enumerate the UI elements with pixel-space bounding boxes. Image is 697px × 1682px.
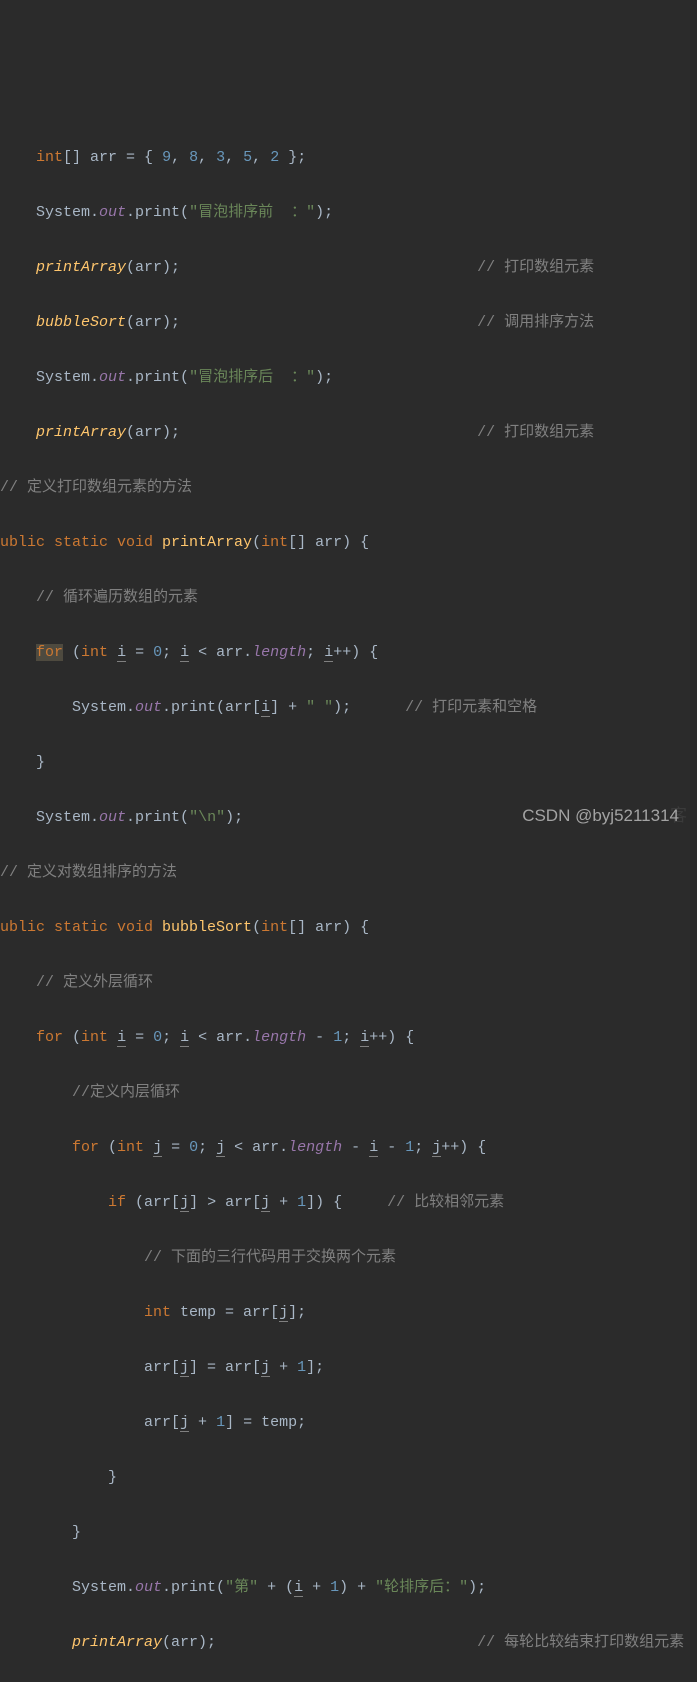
code-line: System.out.print("第" + (i + 1) + "轮排序后："…	[0, 1574, 697, 1602]
code-line: for (int i = 0; i < arr.length - 1; i++)…	[0, 1024, 697, 1052]
code-line: //定义内层循环	[0, 1079, 697, 1107]
code-line: ublic static void bubbleSort(int[] arr) …	[0, 914, 697, 942]
code-line: arr[j] = arr[j + 1];	[0, 1354, 697, 1382]
code-line: bubbleSort(arr); // 调用排序方法	[0, 309, 697, 337]
code-line: System.out.print(arr[i] + " "); // 打印元素和…	[0, 694, 697, 722]
code-line: int temp = arr[j];	[0, 1299, 697, 1327]
code-line: System.out.print("冒泡排序后 ：");	[0, 364, 697, 392]
code-editor[interactable]: int[] arr = { 9, 8, 3, 5, 2 }; System.ou…	[0, 110, 697, 1682]
code-line: // 循环遍历数组的元素	[0, 584, 697, 612]
code-line: }	[0, 749, 697, 777]
code-line: for (int i = 0; i < arr.length; i++) {	[0, 639, 697, 667]
code-line: arr[j + 1] = temp;	[0, 1409, 697, 1437]
code-line: int[] arr = { 9, 8, 3, 5, 2 };	[0, 144, 697, 172]
watermark-text: CSDN @byj5211314	[522, 802, 679, 830]
code-line: for (int j = 0; j < arr.length - i - 1; …	[0, 1134, 697, 1162]
code-line: printArray(arr); // 每轮比较结束打印数组元素	[0, 1629, 697, 1657]
code-line: // 定义外层循环	[0, 969, 697, 997]
code-line: printArray(arr); // 打印数组元素	[0, 419, 697, 447]
code-line: System.out.print("冒泡排序前 ：");	[0, 199, 697, 227]
code-line: }	[0, 1464, 697, 1492]
highlighted-keyword: for	[36, 644, 63, 661]
code-line: // 下面的三行代码用于交换两个元素	[0, 1244, 697, 1272]
code-line: // 定义对数组排序的方法	[0, 859, 697, 887]
code-line: }	[0, 1519, 697, 1547]
code-line: // 定义打印数组元素的方法	[0, 474, 697, 502]
code-line: printArray(arr); // 打印数组元素	[0, 254, 697, 282]
code-line: ublic static void printArray(int[] arr) …	[0, 529, 697, 557]
code-line: if (arr[j] > arr[j + 1]) { // 比较相邻元素	[0, 1189, 697, 1217]
